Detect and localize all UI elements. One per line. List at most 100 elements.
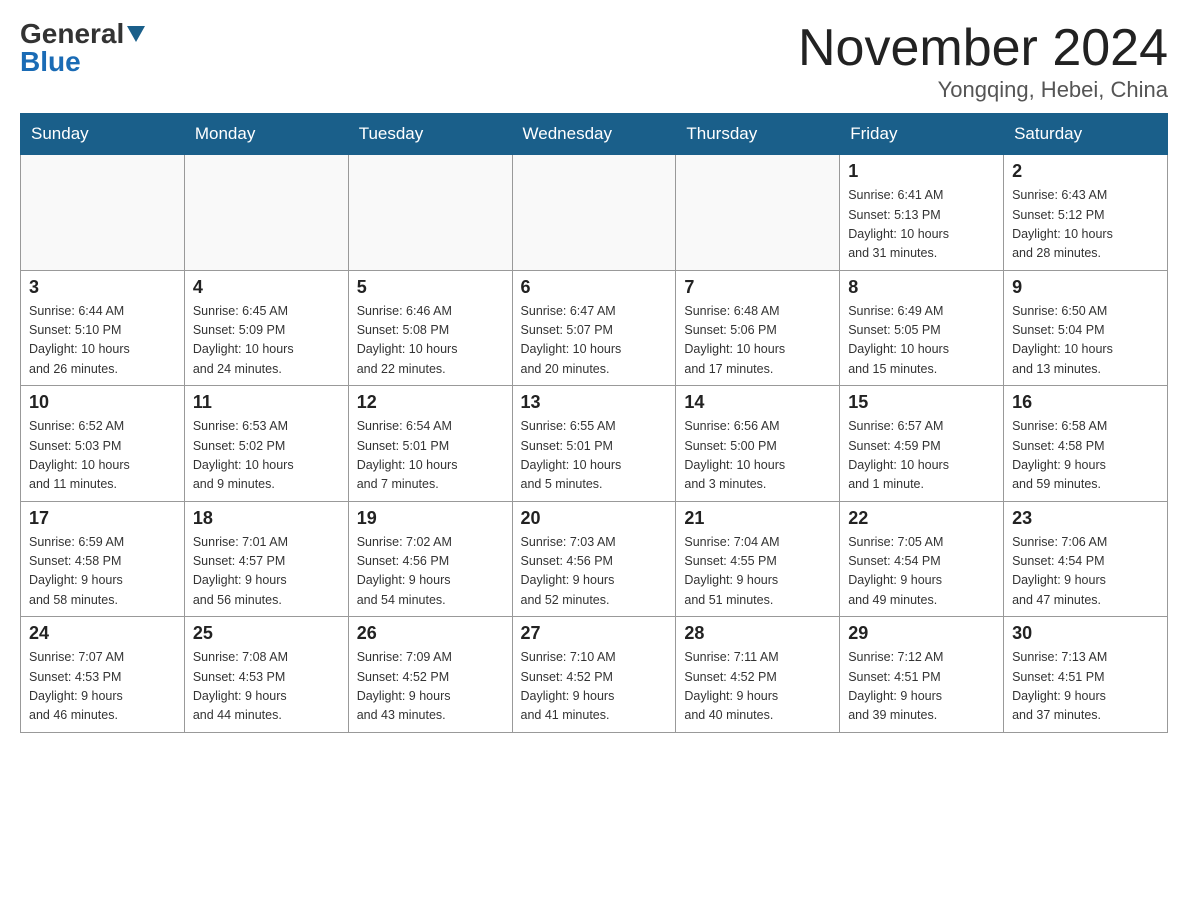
day-number: 9	[1012, 277, 1159, 298]
title-section: November 2024 Yongqing, Hebei, China	[798, 20, 1168, 103]
day-info: Sunrise: 6:57 AM Sunset: 4:59 PM Dayligh…	[848, 417, 995, 495]
day-number: 17	[29, 508, 176, 529]
table-row: 25 Sunrise: 7:08 AM Sunset: 4:53 PM Dayli…	[184, 617, 348, 733]
month-year-title: November 2024	[798, 20, 1168, 77]
col-thursday: Thursday	[676, 114, 840, 155]
table-row: 18Sunrise: 7:01 AM Sunset: 4:57 PM Dayli…	[184, 501, 348, 617]
day-number: 8	[848, 277, 995, 298]
table-row: 1 Sunrise: 6:41 AM Sunset: 5:13 PM Daylig…	[840, 155, 1004, 271]
day-number: 21	[684, 508, 831, 529]
page-container: General Blue November 2024 Yongqing, Heb…	[20, 20, 1168, 733]
table-row: 7Sunrise: 6:48 AM Sunset: 5:06 PM Daylig…	[676, 270, 840, 386]
day-info: Sunrise: 6:54 AM Sunset: 5:01 PM Dayligh…	[357, 417, 504, 495]
calendar-week-row: 17 Sunrise: 6:59 AM Sunset: 4:58 PM Dayli…	[21, 501, 1168, 617]
table-row: 6Sunrise: 6:47 AM Sunset: 5:07 PM Daylig…	[512, 270, 676, 386]
col-sunday: Sunday	[21, 114, 185, 155]
day-info: Sunrise: 6:59 AM Sunset: 4:58 PM Dayligh…	[29, 533, 176, 611]
table-row	[512, 155, 676, 271]
day-info: Sunrise: 7:04 AM Sunset: 4:55 PM Dayligh…	[684, 533, 831, 611]
table-row: 5 Sunrise: 6:46 AM Sunset: 5:08 PM Daylig…	[348, 270, 512, 386]
day-info: Sunrise: 6:52 AM Sunset: 5:03 PM Dayligh…	[29, 417, 176, 495]
location-subtitle: Yongqing, Hebei, China	[798, 77, 1168, 103]
logo-triangle-icon	[127, 26, 145, 42]
day-number: 26	[357, 623, 504, 644]
table-row: 30Sunrise: 7:13 AM Sunset: 4:51 PM Dayli…	[1004, 617, 1168, 733]
table-row: 21 Sunrise: 7:04 AM Sunset: 4:55 PM Dayli…	[676, 501, 840, 617]
day-info: Sunrise: 6:56 AM Sunset: 5:00 PM Dayligh…	[684, 417, 831, 495]
day-info: Sunrise: 7:08 AM Sunset: 4:53 PM Dayligh…	[193, 648, 340, 726]
day-info: Sunrise: 7:11 AM Sunset: 4:52 PM Dayligh…	[684, 648, 831, 726]
logo-blue-text: Blue	[20, 48, 81, 76]
table-row: 29 Sunrise: 7:12 AM Sunset: 4:51 PM Dayli…	[840, 617, 1004, 733]
day-info: Sunrise: 7:07 AM Sunset: 4:53 PM Dayligh…	[29, 648, 176, 726]
logo-general-text: General	[20, 20, 145, 48]
day-info: Sunrise: 6:50 AM Sunset: 5:04 PM Dayligh…	[1012, 302, 1159, 380]
day-info: Sunrise: 6:55 AM Sunset: 5:01 PM Dayligh…	[521, 417, 668, 495]
day-number: 20	[521, 508, 668, 529]
day-info: Sunrise: 6:43 AM Sunset: 5:12 PM Dayligh…	[1012, 186, 1159, 264]
table-row: 24 Sunrise: 7:07 AM Sunset: 4:53 PM Dayli…	[21, 617, 185, 733]
day-number: 28	[684, 623, 831, 644]
table-row: 15 Sunrise: 6:57 AM Sunset: 4:59 PM Dayli…	[840, 386, 1004, 502]
col-monday: Monday	[184, 114, 348, 155]
day-number: 29	[848, 623, 995, 644]
table-row: 11Sunrise: 6:53 AM Sunset: 5:02 PM Dayli…	[184, 386, 348, 502]
day-info: Sunrise: 6:41 AM Sunset: 5:13 PM Dayligh…	[848, 186, 995, 264]
day-info: Sunrise: 6:48 AM Sunset: 5:06 PM Dayligh…	[684, 302, 831, 380]
day-info: Sunrise: 7:02 AM Sunset: 4:56 PM Dayligh…	[357, 533, 504, 611]
col-friday: Friday	[840, 114, 1004, 155]
logo: General Blue	[20, 20, 145, 76]
day-info: Sunrise: 7:06 AM Sunset: 4:54 PM Dayligh…	[1012, 533, 1159, 611]
day-info: Sunrise: 6:53 AM Sunset: 5:02 PM Dayligh…	[193, 417, 340, 495]
day-number: 6	[521, 277, 668, 298]
day-info: Sunrise: 7:13 AM Sunset: 4:51 PM Dayligh…	[1012, 648, 1159, 726]
table-row: 27Sunrise: 7:10 AM Sunset: 4:52 PM Dayli…	[512, 617, 676, 733]
day-info: Sunrise: 6:58 AM Sunset: 4:58 PM Dayligh…	[1012, 417, 1159, 495]
day-info: Sunrise: 7:10 AM Sunset: 4:52 PM Dayligh…	[521, 648, 668, 726]
table-row: 19 Sunrise: 7:02 AM Sunset: 4:56 PM Dayli…	[348, 501, 512, 617]
day-info: Sunrise: 6:44 AM Sunset: 5:10 PM Dayligh…	[29, 302, 176, 380]
day-info: Sunrise: 7:03 AM Sunset: 4:56 PM Dayligh…	[521, 533, 668, 611]
day-number: 3	[29, 277, 176, 298]
day-number: 19	[357, 508, 504, 529]
table-row: 14 Sunrise: 6:56 AM Sunset: 5:00 PM Dayli…	[676, 386, 840, 502]
table-row: 12 Sunrise: 6:54 AM Sunset: 5:01 PM Dayli…	[348, 386, 512, 502]
day-number: 10	[29, 392, 176, 413]
day-number: 5	[357, 277, 504, 298]
table-row: 23 Sunrise: 7:06 AM Sunset: 4:54 PM Dayli…	[1004, 501, 1168, 617]
table-row: 8 Sunrise: 6:49 AM Sunset: 5:05 PM Daylig…	[840, 270, 1004, 386]
col-wednesday: Wednesday	[512, 114, 676, 155]
table-row	[21, 155, 185, 271]
table-row	[348, 155, 512, 271]
day-info: Sunrise: 7:01 AM Sunset: 4:57 PM Dayligh…	[193, 533, 340, 611]
day-number: 14	[684, 392, 831, 413]
table-row: 13Sunrise: 6:55 AM Sunset: 5:01 PM Dayli…	[512, 386, 676, 502]
day-number: 23	[1012, 508, 1159, 529]
table-row: 16Sunrise: 6:58 AM Sunset: 4:58 PM Dayli…	[1004, 386, 1168, 502]
day-info: Sunrise: 6:45 AM Sunset: 5:09 PM Dayligh…	[193, 302, 340, 380]
col-saturday: Saturday	[1004, 114, 1168, 155]
day-info: Sunrise: 7:09 AM Sunset: 4:52 PM Dayligh…	[357, 648, 504, 726]
day-info: Sunrise: 6:46 AM Sunset: 5:08 PM Dayligh…	[357, 302, 504, 380]
col-tuesday: Tuesday	[348, 114, 512, 155]
day-number: 4	[193, 277, 340, 298]
calendar-header-row: Sunday Monday Tuesday Wednesday Thursday…	[21, 114, 1168, 155]
day-info: Sunrise: 6:49 AM Sunset: 5:05 PM Dayligh…	[848, 302, 995, 380]
table-row	[676, 155, 840, 271]
calendar-week-row: 3 Sunrise: 6:44 AM Sunset: 5:10 PM Daylig…	[21, 270, 1168, 386]
day-info: Sunrise: 7:12 AM Sunset: 4:51 PM Dayligh…	[848, 648, 995, 726]
day-number: 12	[357, 392, 504, 413]
day-number: 24	[29, 623, 176, 644]
table-row: 17 Sunrise: 6:59 AM Sunset: 4:58 PM Dayli…	[21, 501, 185, 617]
table-row: 9 Sunrise: 6:50 AM Sunset: 5:04 PM Daylig…	[1004, 270, 1168, 386]
day-number: 22	[848, 508, 995, 529]
table-row: 3 Sunrise: 6:44 AM Sunset: 5:10 PM Daylig…	[21, 270, 185, 386]
day-number: 15	[848, 392, 995, 413]
day-number: 1	[848, 161, 995, 182]
day-number: 25	[193, 623, 340, 644]
calendar-week-row: 10 Sunrise: 6:52 AM Sunset: 5:03 PM Dayli…	[21, 386, 1168, 502]
table-row: 20 Sunrise: 7:03 AM Sunset: 4:56 PM Dayli…	[512, 501, 676, 617]
table-row: 22Sunrise: 7:05 AM Sunset: 4:54 PM Dayli…	[840, 501, 1004, 617]
table-row: 2Sunrise: 6:43 AM Sunset: 5:12 PM Daylig…	[1004, 155, 1168, 271]
table-row	[184, 155, 348, 271]
